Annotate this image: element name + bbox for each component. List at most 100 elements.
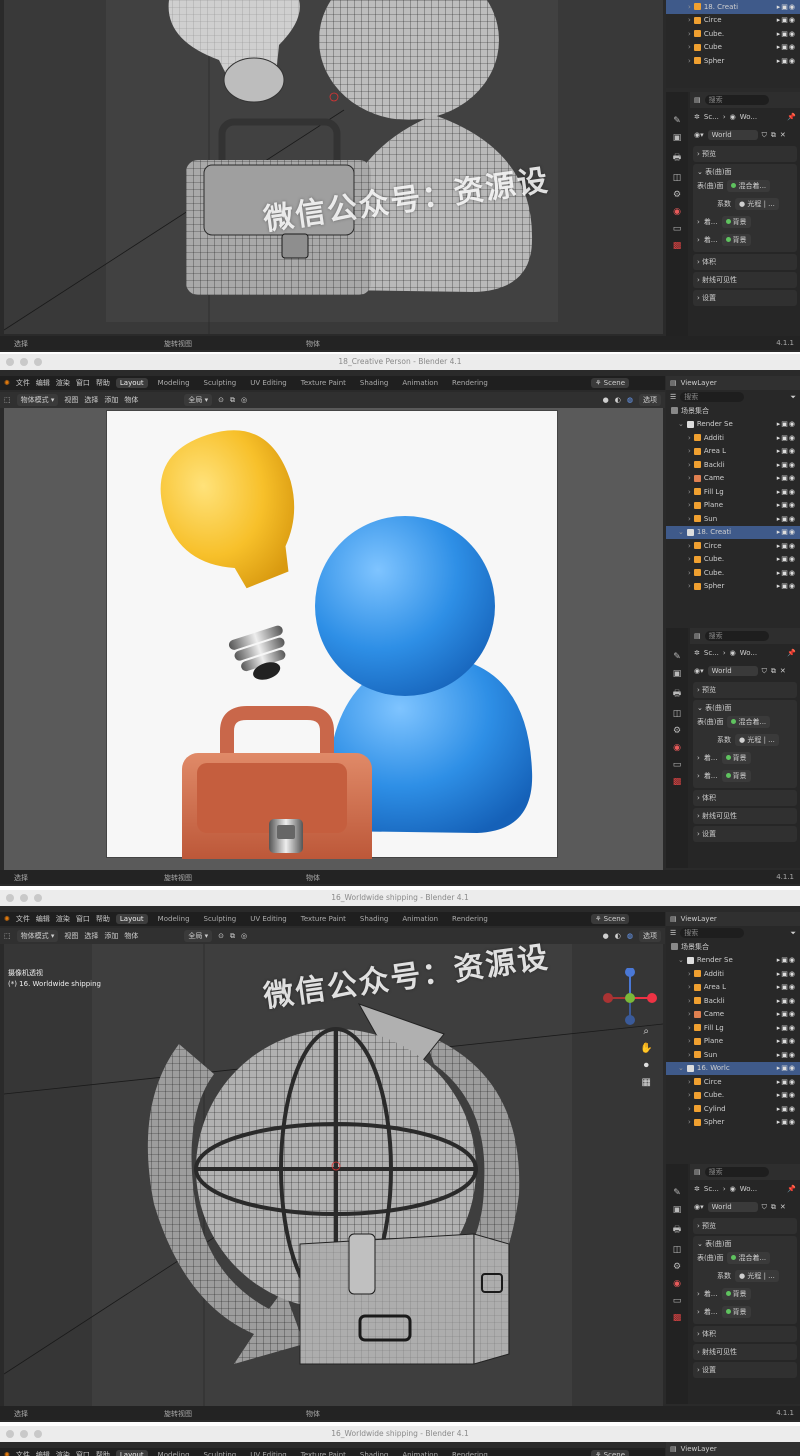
factor-field[interactable]: ● 光程 | ... [735,198,779,210]
outliner-item[interactable]: › Additi ▸▣◉ [666,967,800,981]
visibility-toggle-icons[interactable]: ▸▣◉ [777,956,800,964]
expand-chevron-icon[interactable]: › [688,474,691,482]
panel-ray-visibility[interactable]: › 射线可见性 [693,272,797,288]
expand-chevron-icon[interactable]: › [688,1024,691,1032]
chevron-right-icon[interactable]: › [697,1308,700,1316]
outliner-item[interactable]: ⌄ Render Se ▸▣◉ [666,954,800,968]
panel-surface[interactable]: ⌄ 表(曲)面 表(曲)面 混合着... 系数 ● 光程 | ... › 着... 背景… [693,1236,797,1324]
workspace-tab-3[interactable]: UV Editing [246,1450,291,1456]
outliner-item[interactable]: 场景集合 [666,404,800,418]
minimize-dot[interactable] [20,358,28,366]
close-dot[interactable] [6,1430,14,1438]
outliner-item[interactable]: › Additi ▸▣◉ [666,431,800,445]
menu-render[interactable]: 渲染 [56,914,70,924]
filter-icon[interactable]: ⏷ [790,393,800,402]
workspace-tab-1[interactable]: Modeling [154,378,194,388]
expand-chevron-icon[interactable]: › [688,43,691,51]
tool-icon[interactable]: ✎ [673,116,681,126]
menu-render[interactable]: 渲染 [56,1450,70,1456]
menu-object[interactable]: 物体 [124,395,138,405]
options-button[interactable]: 选项 [639,394,661,406]
duplicate-icon[interactable]: ⧉ [771,1203,776,1212]
orientation-dropdown[interactable]: 全局 ▾ [184,394,213,406]
outliner-item[interactable]: ⌄ 18. Creati ▸▣◉ [666,525,800,539]
fake-user-icon[interactable]: ⛉ [762,667,767,676]
duplicate-icon[interactable]: ⧉ [771,667,776,676]
world-icon[interactable]: ◉▾ [694,667,704,675]
expand-chevron-icon[interactable]: › [688,1078,691,1086]
expand-chevron-icon[interactable]: › [688,970,691,978]
menu-select[interactable]: 选择 [84,395,98,405]
outliner-item[interactable]: › Circe ▸▣◉ [666,1075,800,1089]
visibility-toggle-icons[interactable]: ▸▣◉ [777,582,800,590]
zoom-dot[interactable] [34,358,42,366]
shading-material-icon[interactable]: ◐ [615,396,621,404]
world-icon[interactable]: ◉▾ [694,1203,704,1211]
outliner-item[interactable]: › Cube. ▸▣◉ [666,1089,800,1103]
expand-chevron-icon[interactable]: › [688,3,691,11]
editor-type-icon[interactable]: ▤ [694,632,701,640]
input1-field[interactable]: 背景 [721,1288,751,1300]
expand-chevron-icon[interactable]: › [688,434,691,442]
workspace-tab-2[interactable]: Sculpting [200,1450,241,1456]
visibility-toggle-icons[interactable]: ▸▣◉ [777,555,800,563]
expand-chevron-icon[interactable]: › [688,1118,691,1126]
pin-icon[interactable]: 📌 [787,649,800,657]
blender-logo-icon[interactable]: ✺ [4,1451,10,1456]
workspace-tab-6[interactable]: Animation [398,378,442,388]
visibility-toggle-icons[interactable]: ▸▣◉ [777,1105,800,1113]
world-name-field[interactable]: World [707,1202,758,1212]
workspace-tab-1[interactable]: Modeling [154,914,194,924]
scene-selector[interactable]: ⚘ Scene [591,914,629,924]
snap-icon[interactable]: ⧉ [230,396,235,405]
factor-field[interactable]: ● 光程 | ... [735,1270,779,1282]
visibility-toggle-icons[interactable]: ▸▣◉ [777,1091,800,1099]
expand-chevron-icon[interactable]: › [688,1037,691,1045]
expand-chevron-icon[interactable]: › [688,488,691,496]
menu-add[interactable]: 添加 [104,395,118,405]
menu-help[interactable]: 帮助 [96,1450,110,1456]
tool-icon[interactable]: ✎ [673,1188,681,1198]
viewport-wireframe-3[interactable]: 摄像机透视 (*) 16. Worldwide shipping ⌕ ✋ ⏺ ▦ [4,944,663,1406]
expand-chevron-icon[interactable]: › [688,1105,691,1113]
zoom-dot[interactable] [34,894,42,902]
visibility-toggle-icons[interactable]: ▸▣◉ [777,488,800,496]
duplicate-icon[interactable]: ⧉ [771,131,776,140]
blender-logo-icon[interactable]: ✺ [4,379,10,387]
outliner-item[interactable]: › Circe ▸▣◉ [666,14,800,28]
workspace-tab-0[interactable]: Layout [115,1450,148,1456]
visibility-toggle-icons[interactable]: ▸▣◉ [777,3,800,11]
scene-selector[interactable]: ⚘ Scene [591,1450,629,1456]
outliner-item[interactable]: › Cube. ▸▣◉ [666,566,800,580]
menu-file[interactable]: 文件 [16,914,30,924]
workspace-tab-0[interactable]: Layout [115,378,148,388]
viewport-wireframe-1[interactable] [4,0,663,334]
blender-logo-icon[interactable]: ✺ [4,915,10,923]
minimize-dot[interactable] [20,894,28,902]
workspace-tab-6[interactable]: Animation [398,914,442,924]
menu-render[interactable]: 渲染 [56,378,70,388]
fake-user-icon[interactable]: ⛉ [762,1203,767,1212]
visibility-toggle-icons[interactable]: ▸▣◉ [777,420,800,428]
workspace-tab-4[interactable]: Texture Paint [297,1450,350,1456]
visibility-toggle-icons[interactable]: ▸▣◉ [777,474,800,482]
outliner-item[interactable]: › 18. Creati ▸▣◉ [666,0,800,14]
menu-view[interactable]: 视图 [64,395,78,405]
outliner-search-input[interactable]: 搜索 [680,928,745,938]
input1-field[interactable]: 背景 [721,216,751,228]
outliner-item[interactable]: › Came ▸▣◉ [666,1008,800,1022]
factor-field[interactable]: ● 光程 | ... [735,734,779,746]
outliner-item[interactable]: › Plane ▸▣◉ [666,499,800,513]
mode-dropdown[interactable]: 物体模式 ▾ [16,930,59,942]
chevron-right-icon[interactable]: › [697,754,700,762]
chevron-right-icon[interactable]: › [697,772,700,780]
workspace-tab-2[interactable]: Sculpting [200,914,241,924]
panel-ray-visibility[interactable]: › 射线可见性 [693,808,797,824]
surface-shader-field[interactable]: 混合着... [727,716,771,728]
visibility-toggle-icons[interactable]: ▸▣◉ [777,542,800,550]
proportional-icon[interactable]: ◎ [241,932,247,940]
workspace-tab-5[interactable]: Shading [356,1450,392,1456]
menu-window[interactable]: 窗口 [76,1450,90,1456]
panel-settings[interactable]: › 设置 [693,1362,797,1378]
surface-shader-field[interactable]: 混合着... [727,180,771,192]
